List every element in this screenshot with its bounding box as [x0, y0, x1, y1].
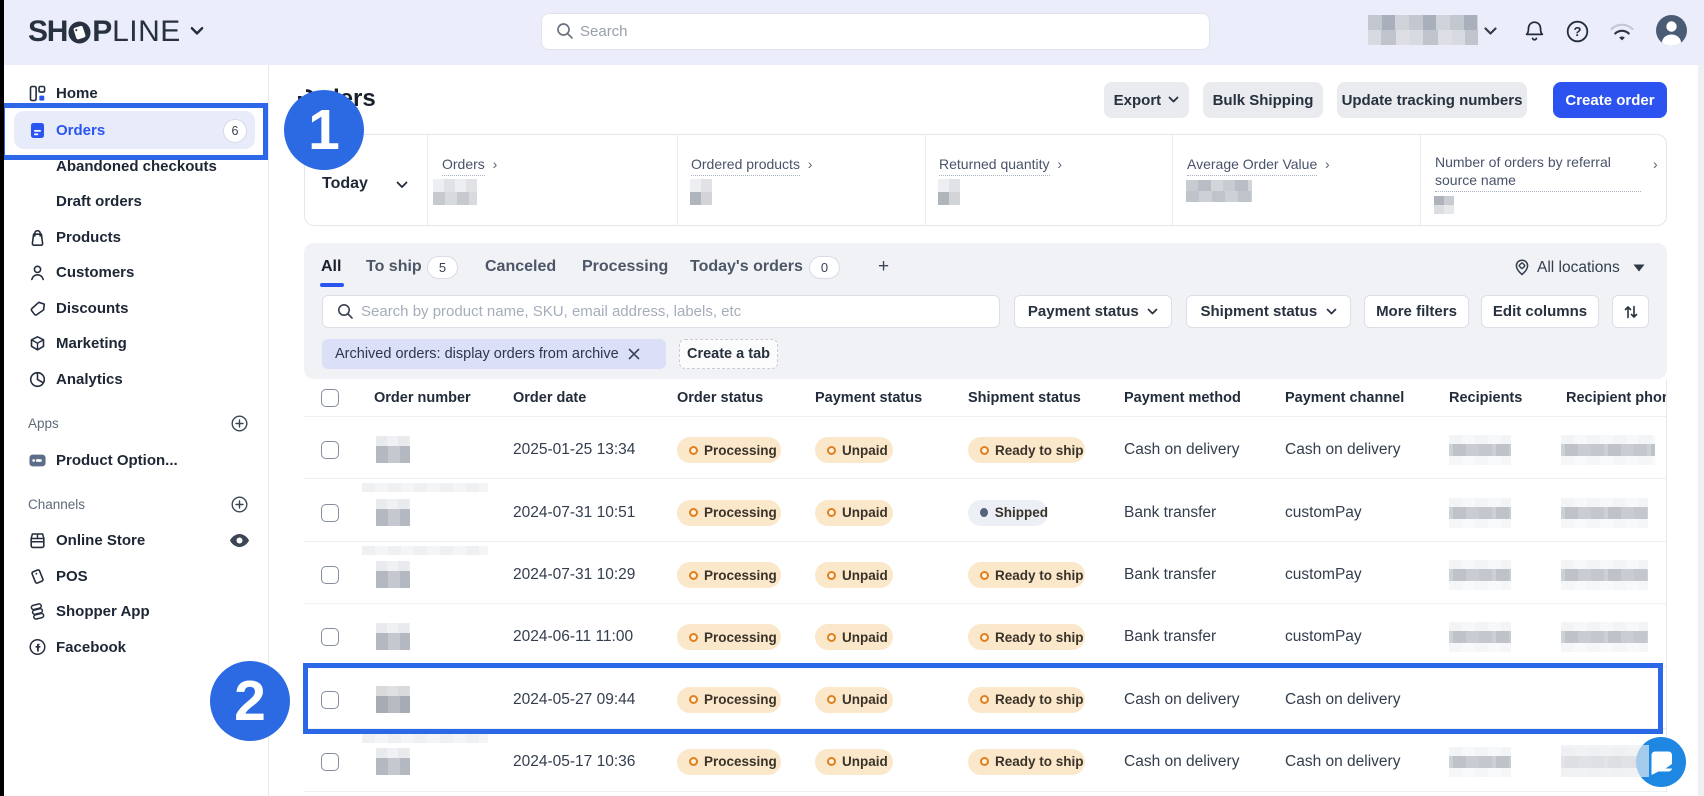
svg-text:?: ? — [1574, 24, 1582, 39]
